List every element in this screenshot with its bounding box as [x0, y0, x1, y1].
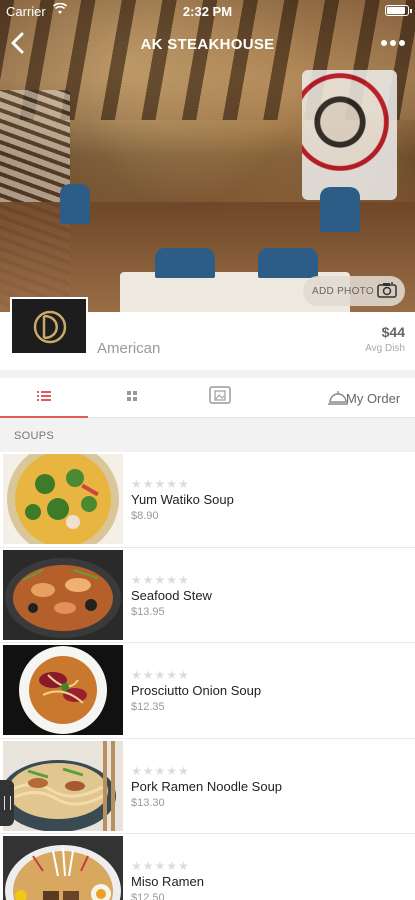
- tab-my-order[interactable]: My Order: [300, 378, 415, 418]
- rating-stars: ★★★★★: [131, 572, 190, 587]
- menu-item-list: ★★★★★ Yum Watiko Soup $8.90 ★★★★★ Seafoo…: [0, 452, 415, 900]
- dish-name: Seafood Stew: [131, 587, 212, 603]
- dish-name: Pork Ramen Noodle Soup: [131, 778, 283, 794]
- dish-photo: [3, 740, 123, 831]
- dish-name: Miso Ramen: [131, 874, 204, 889]
- service-bell-icon: [328, 391, 348, 405]
- hero-wall-artwork: [302, 70, 397, 200]
- menu-tabs: My Order: [0, 378, 415, 418]
- dish-price: $12.50: [131, 892, 165, 900]
- more-options-button[interactable]: [381, 32, 405, 48]
- dish-photo: [3, 549, 123, 640]
- clock: 2:32 PM: [182, 4, 233, 19]
- dish-name: Prosciutto Onion Soup: [131, 683, 262, 698]
- camera-icon: [377, 282, 397, 298]
- dish-photo: [3, 836, 123, 900]
- status-bar: Carrier 2:32 PM: [0, 0, 415, 22]
- menu-item[interactable]: ★★★★★ Miso Ramen $12.50: [0, 834, 415, 900]
- battery-icon: [385, 5, 412, 16]
- nav-bar: AK STEAKHOUSE: [0, 24, 415, 64]
- restaurant-logo: [10, 297, 88, 355]
- avg-dish-price: $44 Avg Dish: [365, 324, 405, 354]
- tab-list-view[interactable]: [0, 378, 88, 418]
- dish-price: $12.35: [131, 701, 165, 713]
- my-order-label: My Order: [346, 391, 401, 406]
- add-photo-label: ADD PHOTO: [312, 286, 374, 297]
- cuisine-label: American: [97, 340, 161, 357]
- more-dots-icon: [381, 40, 405, 46]
- grid-icon: [127, 391, 137, 401]
- hero-chair: [258, 248, 318, 278]
- avg-price-label: Avg Dish: [365, 343, 405, 354]
- avg-price-value: $44: [381, 324, 405, 340]
- menu-item[interactable]: ★★★★★ Prosciutto Onion Soup $12.35: [0, 643, 415, 739]
- add-photo-button[interactable]: ADD PHOTO: [303, 276, 405, 306]
- menu-item[interactable]: ★★★★★ Pork Ramen Noodle Soup $13.30: [0, 738, 415, 834]
- rating-stars: ★★★★★: [131, 477, 190, 491]
- dish-price: $13.30: [131, 796, 165, 809]
- tab-grid-view[interactable]: [88, 378, 176, 418]
- page-title: AK STEAKHOUSE: [140, 36, 275, 53]
- hero-chair: [155, 248, 215, 278]
- dish-price: $8.90: [131, 510, 159, 522]
- hero-chair: [60, 184, 90, 224]
- list-icon: [37, 391, 51, 401]
- tab-photo-view[interactable]: [176, 378, 264, 418]
- rating-stars: ★★★★★: [131, 668, 190, 682]
- photo-gallery-icon: [209, 386, 231, 404]
- rating-stars: ★★★★★: [131, 763, 190, 778]
- drag-handle[interactable]: [0, 780, 14, 826]
- dish-photo: [3, 454, 123, 544]
- dish-price: $13.95: [131, 605, 165, 618]
- menu-item[interactable]: ★★★★★ Seafood Stew $13.95: [0, 547, 415, 643]
- menu-item[interactable]: ★★★★★ Yum Watiko Soup $8.90: [0, 452, 415, 548]
- section-heading: SOUPS: [14, 430, 55, 442]
- dish-name: Yum Watiko Soup: [131, 492, 234, 507]
- hero-chair: [320, 187, 360, 232]
- dish-photo: [3, 645, 123, 735]
- rating-stars: ★★★★★: [131, 859, 190, 873]
